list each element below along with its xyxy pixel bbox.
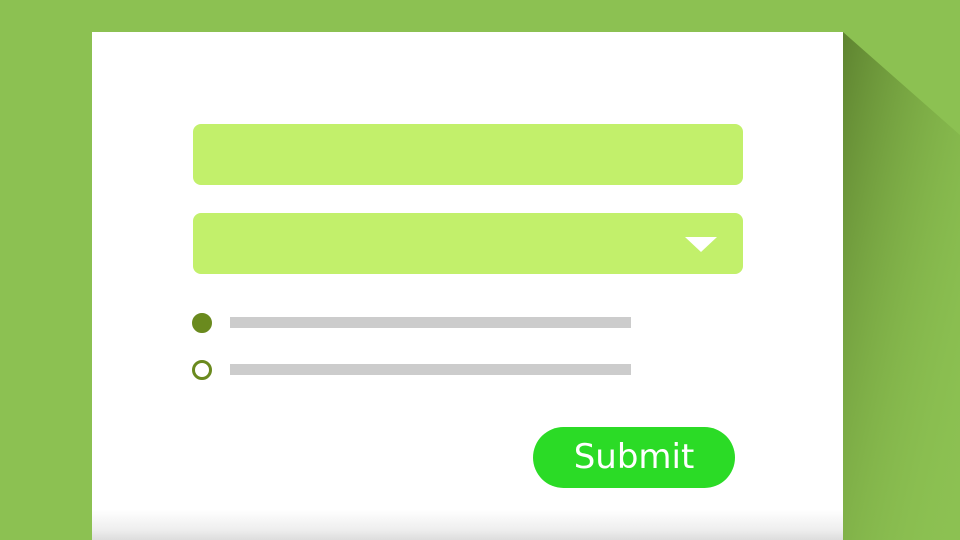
radio-option-1[interactable] <box>192 311 642 333</box>
dropdown-select[interactable] <box>193 213 743 274</box>
submit-button[interactable]: Submit <box>533 427 735 488</box>
radio-option-2[interactable] <box>192 358 642 380</box>
radio-label-placeholder <box>230 317 631 328</box>
text-input[interactable] <box>193 124 743 185</box>
radio-button-unchecked[interactable] <box>192 360 212 380</box>
radio-label-placeholder <box>230 364 631 375</box>
caret-down-icon <box>685 237 717 252</box>
radio-button-checked[interactable] <box>192 313 212 333</box>
form-card: Submit <box>92 32 843 540</box>
